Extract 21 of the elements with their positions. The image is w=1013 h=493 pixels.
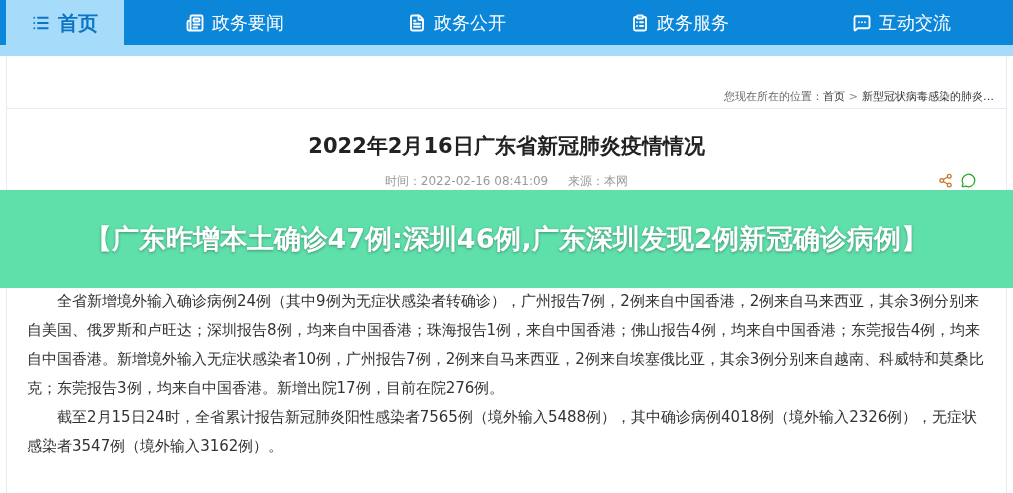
breadcrumb-separator: >: [848, 88, 858, 105]
nav-tab[interactable]: 政务服务: [568, 0, 791, 45]
publish-time: 时间：2022-02-16 08:41:09: [384, 172, 549, 190]
nav-tab[interactable]: 互动交流: [790, 0, 1013, 45]
nav-tab[interactable]: 政务要闻: [124, 0, 347, 45]
share-icon[interactable]: [938, 172, 953, 188]
newspaper-icon: [186, 13, 205, 32]
clipboard-icon: [630, 13, 649, 32]
breadcrumb-label: 您现在所在的位置：: [723, 88, 823, 105]
banner-headline: 【广东昨增本土确诊47例:深圳46例,广东深圳发现2例新冠确诊病例】: [84, 221, 929, 256]
article-title: 2022年2月16日广东省新冠肺炎疫情情况: [307, 133, 706, 160]
chat-icon: [852, 13, 871, 32]
breadcrumb-link[interactable]: 首页: [822, 88, 845, 105]
chat-share-icon[interactable]: [961, 172, 976, 188]
breadcrumb-link[interactable]: 新型冠状病毒感染的肺炎…: [862, 88, 994, 105]
article-paragraph: 截至2月15日24时，全省累计报告新冠肺炎阳性感染者7565例（境外输入5488例），其中确诊病例4018例（境外输入2326例），无症状感染者3547例（境外输入3162例）。: [27, 406, 979, 457]
article-paragraph: 全省新增境外输入确诊病例24例（其中9例为无症状感染者转确诊），广州报告7例，2例来自中国香港，2例来自马来西亚，其余3例分别来自美国、俄罗斯和卢旺达；深圳报告8例，均来自中国香港；珠海报告1例，来自中国香港；佛山报告4例，均来自中国香港；东莞报告4例，均来自中国香港。新增境外输入无症状感染者10例，广州报告7例，2例来自马来西亚，2例来自埃塞俄比亚，其余3例分别来自越南、科威特和莫桑比克；东莞报告3例，均来自中国香港。新增出院17例，目前在院276例。: [27, 290, 986, 399]
article-source: 来源：本网: [568, 172, 629, 190]
document-icon: [408, 13, 427, 32]
nav-tab[interactable]: 政务公开: [346, 0, 569, 45]
nav-tab[interactable]: 首页: [6, 0, 124, 45]
